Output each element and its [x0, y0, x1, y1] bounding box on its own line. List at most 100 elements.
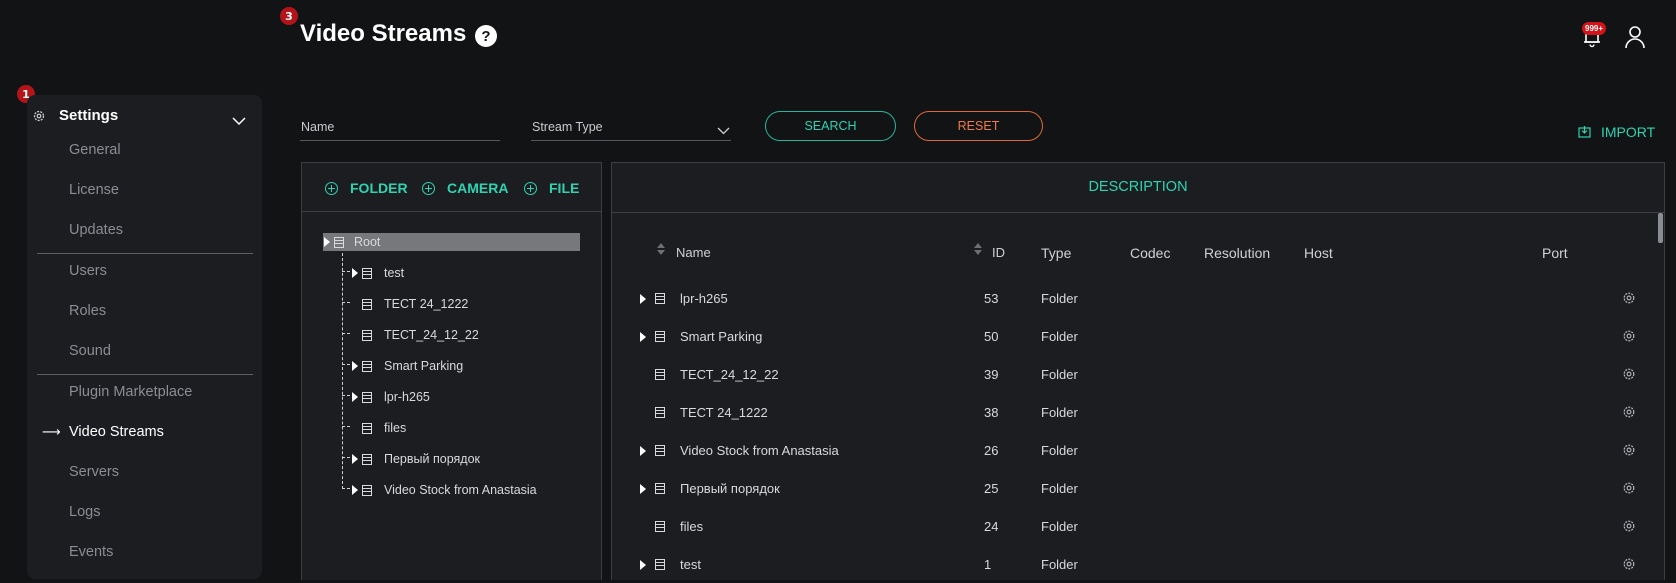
gear-icon[interactable]: [1622, 367, 1636, 386]
column-header-resolution[interactable]: Resolution: [1204, 245, 1270, 261]
tree-node[interactable]: Smart Parking: [352, 359, 463, 373]
sidebar-item-general[interactable]: General: [69, 142, 121, 158]
stream-type-select[interactable]: Stream Type: [531, 114, 731, 141]
tree-node[interactable]: test: [352, 266, 404, 280]
cell-type: Folder: [1041, 443, 1078, 458]
sidebar-item-servers[interactable]: Servers: [69, 464, 119, 480]
tree-guide-line: [342, 253, 343, 489]
sidebar-item-sound[interactable]: Sound: [69, 343, 111, 359]
sidebar-item-video-streams[interactable]: Video Streams: [69, 424, 164, 440]
expand-arrow-icon[interactable]: [352, 392, 358, 402]
gear-icon[interactable]: [1622, 557, 1636, 576]
import-button[interactable]: IMPORT: [1601, 124, 1655, 140]
expand-arrow-icon[interactable]: [352, 485, 358, 495]
plus-circle-icon: [524, 181, 537, 195]
table-row[interactable]: lpr-h265 53 Folder: [612, 281, 1642, 317]
cell-name: lpr-h265: [680, 291, 728, 306]
tree-node[interactable]: files: [362, 421, 406, 435]
sidebar-item-plugin-marketplace[interactable]: Plugin Marketplace: [69, 384, 192, 400]
table-row[interactable]: test 1 Folder: [612, 547, 1642, 583]
gear-icon[interactable]: [1622, 291, 1636, 310]
expand-arrow-icon[interactable]: [640, 560, 646, 570]
tree-connector: [342, 395, 350, 396]
sidebar-item-updates[interactable]: Updates: [69, 222, 123, 238]
description-title: DESCRIPTION: [1088, 179, 1188, 195]
tree-node[interactable]: lpr-h265: [352, 390, 430, 404]
column-header-codec[interactable]: Codec: [1130, 245, 1170, 261]
sidebar-item-license[interactable]: License: [69, 182, 119, 198]
tree-node[interactable]: Video Stock from Anastasia: [352, 483, 537, 497]
cell-name: Smart Parking: [680, 329, 763, 344]
tree-node[interactable]: ТЕСТ_24_12_22: [362, 328, 479, 342]
tree-node-label: Первый порядок: [384, 452, 480, 466]
expand-arrow-icon[interactable]: [324, 237, 330, 247]
search-button[interactable]: SEARCH: [765, 111, 896, 141]
sidebar-item-logs[interactable]: Logs: [69, 504, 100, 520]
expand-arrow-icon[interactable]: [352, 361, 358, 371]
import-icon[interactable]: [1578, 125, 1591, 143]
cell-type: Folder: [1041, 329, 1078, 344]
sort-name-icon[interactable]: [657, 243, 665, 255]
column-header-type[interactable]: Type: [1041, 245, 1071, 261]
name-filter-input[interactable]: Name: [300, 114, 500, 141]
expand-arrow-icon[interactable]: [352, 268, 358, 278]
table-row[interactable]: Video Stock from Anastasia 26 Folder: [612, 433, 1642, 469]
gear-icon[interactable]: [1622, 329, 1636, 348]
table-row[interactable]: Первый порядок 25 Folder: [612, 471, 1642, 507]
tree-node-label: Video Stock from Anastasia: [384, 483, 537, 497]
reset-button[interactable]: RESET: [914, 111, 1043, 141]
table-row[interactable]: files 24 Folder: [612, 509, 1642, 545]
expand-arrow-icon[interactable]: [640, 484, 646, 494]
column-header-host[interactable]: Host: [1304, 245, 1333, 261]
folder-db-icon: [655, 521, 665, 532]
expand-arrow-icon[interactable]: [640, 294, 646, 304]
folder-db-icon: [362, 391, 372, 403]
page-title: Video Streams: [300, 20, 467, 47]
tree-node-label: Root: [354, 235, 381, 249]
gear-icon[interactable]: [1622, 481, 1636, 500]
chevron-down-icon[interactable]: [232, 113, 246, 131]
table-row[interactable]: Smart Parking 50 Folder: [612, 319, 1642, 355]
settings-title: Settings: [59, 107, 119, 124]
user-icon[interactable]: [1624, 25, 1646, 54]
folder-db-icon: [334, 236, 344, 248]
column-header-port[interactable]: Port: [1542, 245, 1568, 261]
plus-circle-icon: [422, 181, 435, 195]
folder-db-icon: [362, 360, 372, 372]
add-folder-button[interactable]: FOLDER: [325, 180, 408, 196]
tree-node-label: files: [384, 421, 407, 435]
column-header-id[interactable]: ID: [992, 245, 1005, 260]
gear-icon[interactable]: [1622, 405, 1636, 424]
expand-arrow-icon[interactable]: [640, 446, 646, 456]
tree-node-label: lpr-h265: [384, 390, 430, 404]
help-icon[interactable]: ?: [475, 25, 497, 47]
sidebar-item-roles[interactable]: Roles: [69, 303, 106, 319]
tree-node-label: Smart Parking: [384, 359, 464, 373]
settings-section-header[interactable]: Settings: [27, 103, 262, 133]
notification-badge: 999+: [1582, 22, 1607, 35]
add-camera-button[interactable]: CAMERA: [422, 180, 508, 196]
table-row[interactable]: ТЕСТ 24_1222 38 Folder: [612, 395, 1642, 431]
folder-db-icon: [655, 369, 665, 380]
sort-id-icon[interactable]: [974, 243, 982, 255]
tree-node-label: test: [384, 266, 405, 280]
tree-node[interactable]: ТЕСТ 24_1222: [362, 297, 468, 311]
table-row[interactable]: ТЕСТ_24_12_22 39 Folder: [612, 357, 1642, 393]
expand-arrow-icon[interactable]: [352, 454, 358, 464]
tree-node-root[interactable]: Root: [324, 235, 380, 249]
tree-panel: FOLDER CAMERA FILE Root test ТЕСТ 24_122…: [301, 162, 602, 580]
sidebar-divider: [37, 253, 253, 254]
cell-type: Folder: [1041, 481, 1078, 496]
sidebar-item-events[interactable]: Events: [69, 544, 113, 560]
column-header-name[interactable]: Name: [676, 245, 711, 260]
tree-connector: [342, 426, 350, 427]
gear-icon[interactable]: [1622, 519, 1636, 538]
expand-arrow-icon[interactable]: [640, 332, 646, 342]
scrollbar[interactable]: [1658, 213, 1663, 243]
gear-icon[interactable]: [1622, 443, 1636, 462]
tree-node[interactable]: Первый порядок: [352, 452, 480, 466]
add-file-button[interactable]: FILE: [524, 180, 579, 196]
add-camera-label: CAMERA: [447, 180, 509, 196]
folder-db-icon: [655, 559, 665, 570]
sidebar-item-users[interactable]: Users: [69, 263, 107, 279]
